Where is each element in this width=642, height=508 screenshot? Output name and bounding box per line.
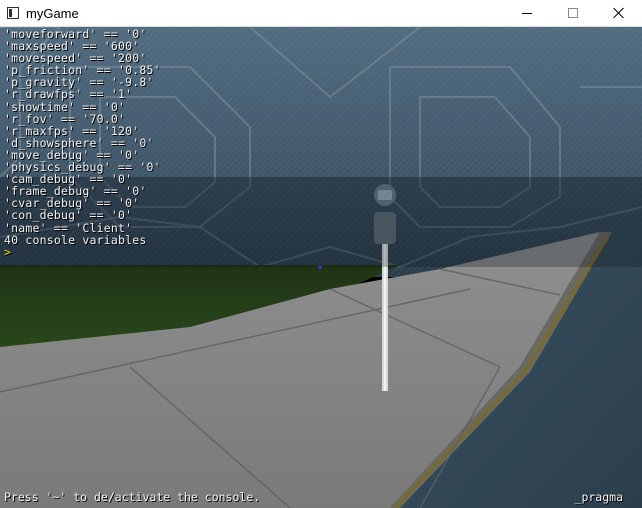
- minimize-icon: [522, 13, 532, 14]
- console-line: 'r_fov' == '70.0': [4, 111, 126, 126]
- console-line: 'name' == 'Client': [4, 220, 133, 235]
- console-help-text: Press '~' to de/activate the console.: [4, 490, 261, 504]
- console-output: 'moveforward' == '0' 'maxspeed' == '600'…: [4, 28, 161, 246]
- fps-counter: 125 fps: [574, 28, 623, 42]
- console-line: 40 console variables: [4, 232, 147, 247]
- title-bar[interactable]: myGame: [0, 0, 642, 27]
- brand-label: _pragma: [574, 490, 623, 504]
- maximize-button[interactable]: [550, 0, 596, 27]
- game-viewport[interactable]: 'moveforward' == '0' 'maxspeed' == '600'…: [0, 27, 642, 508]
- console-line: 'con_debug' == '0': [4, 208, 133, 223]
- minimize-button[interactable]: [504, 0, 550, 27]
- close-button[interactable]: [596, 0, 642, 27]
- console-line: 'showtime' == '0': [4, 99, 126, 114]
- console-line: 'r_drawfps' == '1': [4, 87, 133, 102]
- close-icon: [613, 7, 625, 19]
- game-window: myGame 'moveforward' == '0' 'maxspeed' =…: [0, 0, 642, 508]
- app-window-icon: [7, 7, 19, 19]
- window-title: myGame: [26, 6, 79, 21]
- console-input-prompt[interactable]: >: [4, 245, 11, 259]
- maximize-icon: [568, 8, 578, 18]
